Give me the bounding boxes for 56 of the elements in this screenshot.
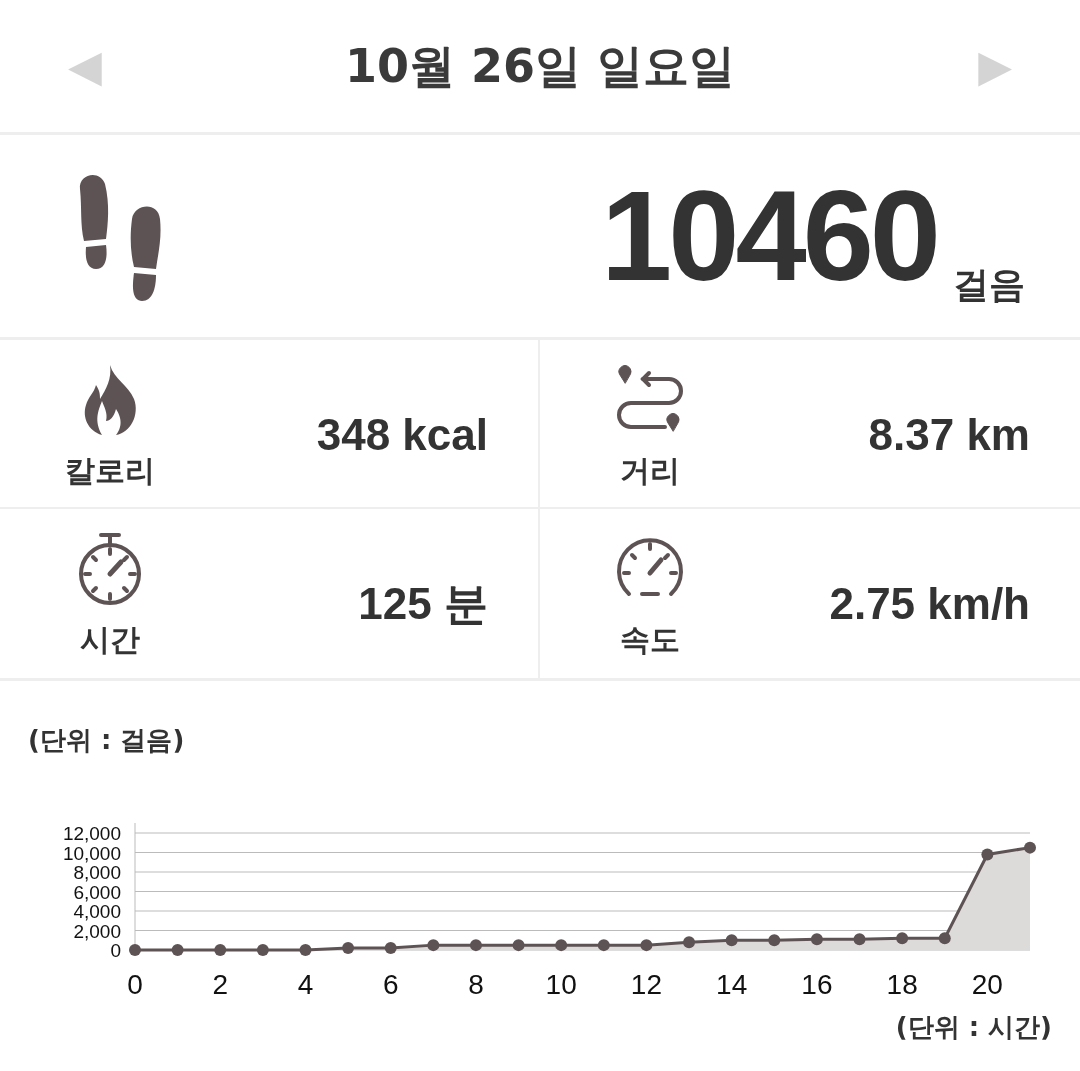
y-tick-label: 10,000 [62, 842, 121, 864]
x-tick-label: 4 [297, 969, 314, 1000]
y-tick-label: 2,000 [73, 920, 121, 942]
stat-value: 125 분 [358, 578, 488, 630]
x-tick-label: 12 [630, 969, 662, 1000]
data-point [810, 933, 823, 946]
data-point [1024, 841, 1036, 854]
y-tick-label: 4,000 [73, 901, 121, 922]
data-point [725, 934, 738, 947]
data-point [981, 848, 994, 861]
data-point [555, 939, 568, 952]
y-tick-label: 12,000 [62, 823, 121, 844]
data-point [384, 942, 397, 955]
date-title: 10월 26일 일요일 [344, 37, 736, 95]
previous-button[interactable]: ◀ [48, 44, 122, 88]
stat-value: 348 kcal [316, 409, 488, 461]
stopwatch-icon [77, 532, 143, 606]
x-tick-label: 2 [212, 969, 229, 1000]
stat-label: 속도 [620, 621, 680, 659]
data-point [896, 932, 909, 945]
data-point [469, 939, 482, 952]
x-tick-label: 10 [545, 969, 577, 1000]
stat-value: 8.37 km [868, 409, 1030, 461]
data-point [938, 932, 951, 945]
data-point [256, 944, 269, 956]
y-tick-label: 0 [110, 940, 121, 961]
data-point [427, 939, 440, 952]
step-unit: 걸음 [953, 263, 1025, 307]
x-tick-label: 20 [971, 969, 1003, 1000]
stat-label: 칼로리 [65, 452, 155, 490]
y-tick-label: 8,000 [73, 862, 121, 883]
x-tick-label: 16 [801, 969, 833, 1000]
data-point [342, 942, 355, 955]
data-point [129, 944, 141, 956]
y-unit-label: (단위 : 걸음) [28, 725, 185, 755]
data-point [640, 939, 653, 952]
next-button[interactable]: ▶ [958, 44, 1032, 88]
x-tick-label: 18 [886, 969, 918, 1000]
data-point [597, 939, 610, 952]
x-tick-label: 0 [127, 969, 143, 1000]
x-tick-label: 8 [468, 969, 484, 1000]
data-point [214, 944, 227, 956]
x-tick-label: 6 [382, 969, 399, 1000]
data-point [683, 936, 696, 949]
stat-value: 2.75 km/h [829, 578, 1030, 630]
stat-label: 거리 [620, 452, 680, 490]
data-point [171, 944, 184, 956]
data-point [853, 933, 866, 946]
data-point [299, 944, 312, 956]
data-point [768, 934, 781, 947]
y-tick-label: 6,000 [73, 881, 121, 903]
data-point [512, 939, 525, 952]
x-unit-label: (단위 : 시간) [895, 1012, 1052, 1040]
step-count: 10460 [601, 172, 937, 300]
stat-label: 시간 [80, 621, 140, 659]
x-tick-label: 14 [716, 969, 748, 1000]
